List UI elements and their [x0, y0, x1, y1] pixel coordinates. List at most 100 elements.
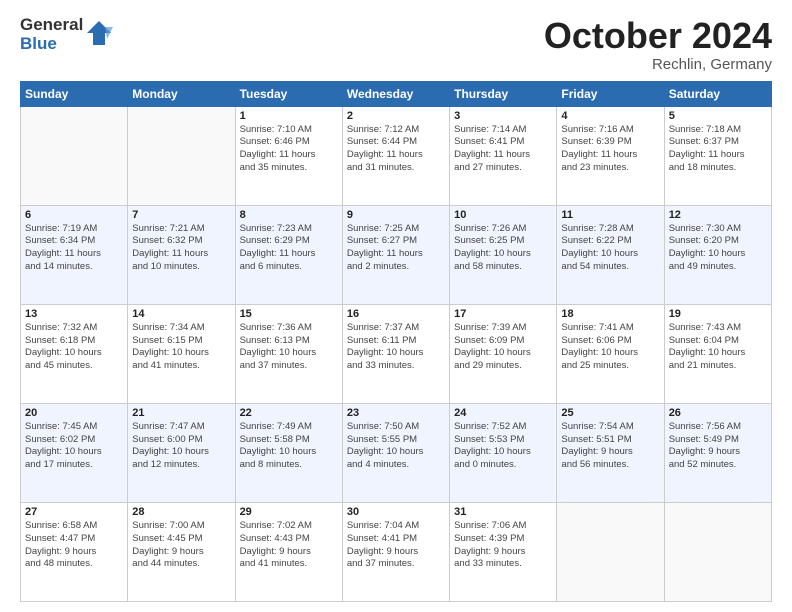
- day-detail: Sunrise: 7:32 AMSunset: 6:18 PMDaylight:…: [25, 322, 123, 373]
- table-row: 11 Sunrise: 7:28 AMSunset: 6:22 PMDayligh…: [557, 205, 664, 304]
- calendar-header-row: Sunday Monday Tuesday Wednesday Thursday…: [21, 81, 772, 106]
- col-sunday: Sunday: [21, 81, 128, 106]
- table-row: 1Sunrise: 7:10 AMSunset: 6:46 PMDaylight…: [235, 106, 342, 205]
- table-row: 25 Sunrise: 7:54 AMSunset: 5:51 PMDayligh…: [557, 403, 664, 502]
- day-number: 18: [561, 308, 659, 320]
- day-detail: Sunrise: 7:52 AMSunset: 5:53 PMDaylight:…: [454, 421, 552, 472]
- day-number: 2: [347, 110, 445, 122]
- day-detail: Sunrise: 7:16 AMSunset: 6:39 PMDaylight:…: [561, 124, 659, 175]
- day-detail: Sunrise: 7:56 AMSunset: 5:49 PMDaylight:…: [669, 421, 767, 472]
- day-detail: Sunrise: 7:12 AMSunset: 6:44 PMDaylight:…: [347, 124, 445, 175]
- title-block: October 2024 Rechlin, Germany: [544, 16, 772, 73]
- day-number: 23: [347, 407, 445, 419]
- table-row: 9 Sunrise: 7:25 AMSunset: 6:27 PMDaylight…: [342, 205, 449, 304]
- logo-general: General: [20, 16, 83, 35]
- day-number: 25: [561, 407, 659, 419]
- table-row: [664, 502, 771, 601]
- day-number: 6: [25, 209, 123, 221]
- day-number: 9: [347, 209, 445, 221]
- table-row: 27Sunrise: 6:58 AMSunset: 4:47 PMDayligh…: [21, 502, 128, 601]
- day-number: 12: [669, 209, 767, 221]
- table-row: 28Sunrise: 7:00 AMSunset: 4:45 PMDayligh…: [128, 502, 235, 601]
- table-row: 8Sunrise: 7:23 AMSunset: 6:29 PMDaylight…: [235, 205, 342, 304]
- day-number: 22: [240, 407, 338, 419]
- table-row: 16Sunrise: 7:37 AMSunset: 6:11 PMDayligh…: [342, 304, 449, 403]
- table-row: 23 Sunrise: 7:50 AMSunset: 5:55 PMDayligh…: [342, 403, 449, 502]
- day-detail: Sunrise: 7:34 AMSunset: 6:15 PMDaylight:…: [132, 322, 230, 373]
- table-row: 21Sunrise: 7:47 AMSunset: 6:00 PMDayligh…: [128, 403, 235, 502]
- day-detail: Sunrise: 7:54 AMSunset: 5:51 PMDaylight:…: [561, 421, 659, 472]
- day-number: 8: [240, 209, 338, 221]
- day-number: 27: [25, 506, 123, 518]
- calendar-row-3: 20 Sunrise: 7:45 AMSunset: 6:02 PMDayligh…: [21, 403, 772, 502]
- table-row: 13 Sunrise: 7:32 AMSunset: 6:18 PMDayligh…: [21, 304, 128, 403]
- table-row: 30Sunrise: 7:04 AMSunset: 4:41 PMDayligh…: [342, 502, 449, 601]
- day-number: 24: [454, 407, 552, 419]
- day-detail: Sunrise: 7:04 AMSunset: 4:41 PMDaylight:…: [347, 520, 445, 571]
- day-detail: Sunrise: 7:28 AMSunset: 6:22 PMDaylight:…: [561, 223, 659, 274]
- day-number: 28: [132, 506, 230, 518]
- day-number: 26: [669, 407, 767, 419]
- day-detail: Sunrise: 7:36 AMSunset: 6:13 PMDaylight:…: [240, 322, 338, 373]
- table-row: [128, 106, 235, 205]
- day-detail: Sunrise: 7:39 AMSunset: 6:09 PMDaylight:…: [454, 322, 552, 373]
- day-number: 10: [454, 209, 552, 221]
- page: General Blue October 2024 Rechlin, Germa…: [0, 0, 792, 612]
- table-row: 3 Sunrise: 7:14 AMSunset: 6:41 PMDaylight…: [450, 106, 557, 205]
- table-row: 17 Sunrise: 7:39 AMSunset: 6:09 PMDayligh…: [450, 304, 557, 403]
- table-row: 20 Sunrise: 7:45 AMSunset: 6:02 PMDayligh…: [21, 403, 128, 502]
- table-row: 19 Sunrise: 7:43 AMSunset: 6:04 PMDayligh…: [664, 304, 771, 403]
- day-number: 4: [561, 110, 659, 122]
- day-detail: Sunrise: 7:45 AMSunset: 6:02 PMDaylight:…: [25, 421, 123, 472]
- logo-text: General Blue: [20, 16, 83, 53]
- day-number: 31: [454, 506, 552, 518]
- header: General Blue October 2024 Rechlin, Germa…: [20, 16, 772, 73]
- day-detail: Sunrise: 7:10 AMSunset: 6:46 PMDaylight:…: [240, 124, 338, 175]
- day-detail: Sunrise: 7:19 AMSunset: 6:34 PMDaylight:…: [25, 223, 123, 274]
- col-thursday: Thursday: [450, 81, 557, 106]
- day-number: 21: [132, 407, 230, 419]
- table-row: 4 Sunrise: 7:16 AMSunset: 6:39 PMDaylight…: [557, 106, 664, 205]
- day-number: 11: [561, 209, 659, 221]
- table-row: 18Sunrise: 7:41 AMSunset: 6:06 PMDayligh…: [557, 304, 664, 403]
- calendar-row-4: 27Sunrise: 6:58 AMSunset: 4:47 PMDayligh…: [21, 502, 772, 601]
- table-row: [21, 106, 128, 205]
- day-detail: Sunrise: 7:37 AMSunset: 6:11 PMDaylight:…: [347, 322, 445, 373]
- day-number: 3: [454, 110, 552, 122]
- table-row: 12 Sunrise: 7:30 AMSunset: 6:20 PMDayligh…: [664, 205, 771, 304]
- calendar-table: Sunday Monday Tuesday Wednesday Thursday…: [20, 81, 772, 602]
- table-row: 24 Sunrise: 7:52 AMSunset: 5:53 PMDayligh…: [450, 403, 557, 502]
- day-detail: Sunrise: 7:18 AMSunset: 6:37 PMDaylight:…: [669, 124, 767, 175]
- table-row: [557, 502, 664, 601]
- col-friday: Friday: [557, 81, 664, 106]
- table-row: 6 Sunrise: 7:19 AMSunset: 6:34 PMDaylight…: [21, 205, 128, 304]
- logo-icon: [85, 19, 113, 47]
- day-detail: Sunrise: 7:50 AMSunset: 5:55 PMDaylight:…: [347, 421, 445, 472]
- table-row: 26 Sunrise: 7:56 AMSunset: 5:49 PMDayligh…: [664, 403, 771, 502]
- col-wednesday: Wednesday: [342, 81, 449, 106]
- day-number: 13: [25, 308, 123, 320]
- calendar-row-2: 13 Sunrise: 7:32 AMSunset: 6:18 PMDayligh…: [21, 304, 772, 403]
- day-detail: Sunrise: 7:02 AMSunset: 4:43 PMDaylight:…: [240, 520, 338, 571]
- logo: General Blue: [20, 16, 113, 53]
- day-detail: Sunrise: 7:30 AMSunset: 6:20 PMDaylight:…: [669, 223, 767, 274]
- day-detail: Sunrise: 7:49 AMSunset: 5:58 PMDaylight:…: [240, 421, 338, 472]
- logo-blue: Blue: [20, 35, 83, 54]
- day-detail: Sunrise: 7:26 AMSunset: 6:25 PMDaylight:…: [454, 223, 552, 274]
- day-number: 17: [454, 308, 552, 320]
- col-tuesday: Tuesday: [235, 81, 342, 106]
- table-row: 5Sunrise: 7:18 AMSunset: 6:37 PMDaylight…: [664, 106, 771, 205]
- day-detail: Sunrise: 7:14 AMSunset: 6:41 PMDaylight:…: [454, 124, 552, 175]
- day-number: 14: [132, 308, 230, 320]
- day-detail: Sunrise: 7:25 AMSunset: 6:27 PMDaylight:…: [347, 223, 445, 274]
- day-detail: Sunrise: 7:43 AMSunset: 6:04 PMDaylight:…: [669, 322, 767, 373]
- table-row: 31 Sunrise: 7:06 AMSunset: 4:39 PMDayligh…: [450, 502, 557, 601]
- location: Rechlin, Germany: [544, 56, 772, 73]
- table-row: 29Sunrise: 7:02 AMSunset: 4:43 PMDayligh…: [235, 502, 342, 601]
- day-number: 19: [669, 308, 767, 320]
- day-detail: Sunrise: 7:06 AMSunset: 4:39 PMDaylight:…: [454, 520, 552, 571]
- month-title: October 2024: [544, 16, 772, 56]
- table-row: 22 Sunrise: 7:49 AMSunset: 5:58 PMDayligh…: [235, 403, 342, 502]
- day-number: 7: [132, 209, 230, 221]
- day-number: 20: [25, 407, 123, 419]
